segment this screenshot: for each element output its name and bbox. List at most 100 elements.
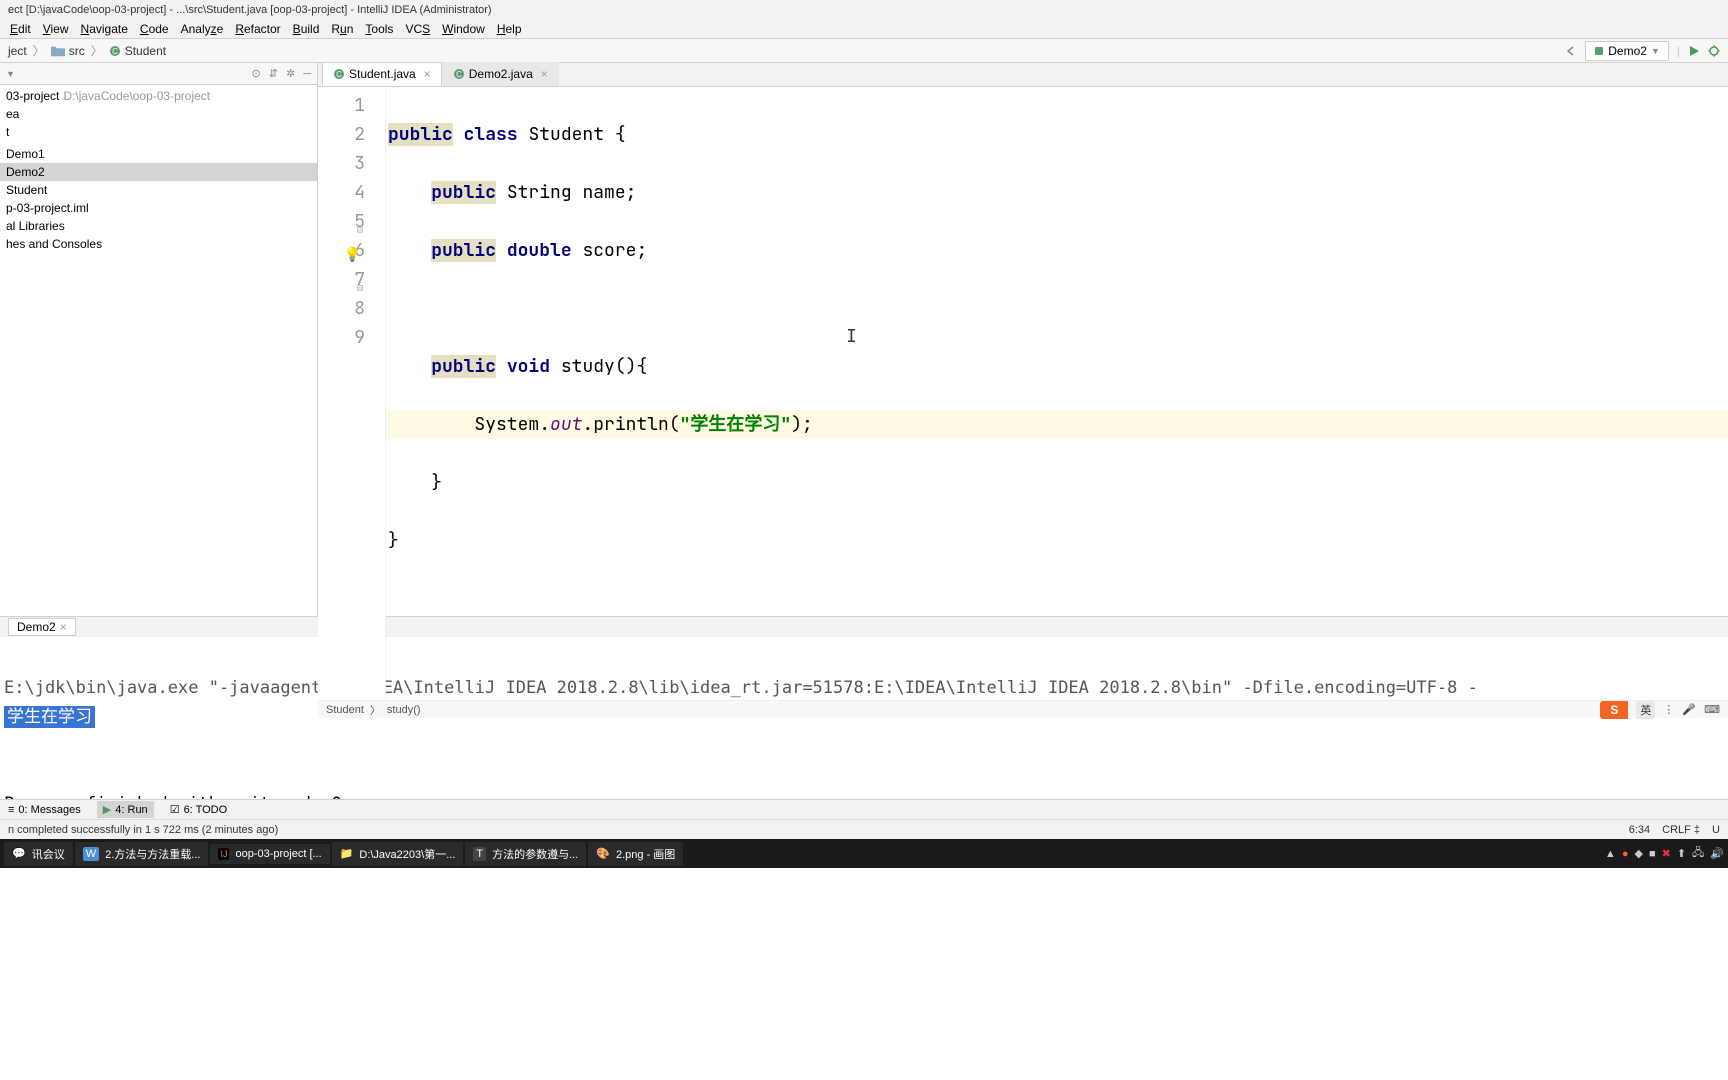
sogou-ime-icon[interactable]: S bbox=[1600, 701, 1628, 719]
locate-icon[interactable]: ⊙ bbox=[252, 67, 261, 80]
fold-icon[interactable]: ⊟ bbox=[357, 273, 363, 302]
system-tray: ▲ ● ◆ ■ ✖ ⬆ 🖧 🔊 bbox=[1605, 844, 1724, 863]
folder-icon: 📁 bbox=[340, 847, 354, 860]
menu-vcs[interactable]: VCS bbox=[399, 20, 436, 38]
todo-icon: ☑ bbox=[170, 803, 180, 816]
chevron-down-icon[interactable]: ▼ bbox=[6, 69, 15, 79]
task-intellij[interactable]: IJoop-03-project [... bbox=[210, 844, 329, 864]
chevron-icon: 〉 bbox=[91, 42, 103, 59]
tool-window-bar: ≡ 0: Messages ▶ 4: Run ☑ 6: TODO bbox=[0, 799, 1728, 819]
sidebar-header: ▼ ⊙ ⇵ ✲ ─ bbox=[0, 63, 317, 85]
divider: | bbox=[1677, 44, 1680, 58]
run-config-select[interactable]: Demo2 ▼ bbox=[1585, 41, 1669, 61]
chevron-down-icon: ▼ bbox=[1651, 46, 1660, 56]
run-icon: ▶ bbox=[103, 803, 111, 816]
menu-code[interactable]: Code bbox=[134, 20, 175, 38]
editor-tabs: C Student.java × C Demo2.java × bbox=[318, 63, 1728, 87]
menu-window[interactable]: Window bbox=[436, 20, 491, 38]
code-editor[interactable]: 1 2 3 4 5⊟ 6💡 7⊟ 8 9 public class Studen… bbox=[318, 87, 1728, 700]
tree-item-student[interactable]: Student bbox=[0, 181, 317, 199]
run-button[interactable] bbox=[1688, 45, 1700, 57]
task-paint[interactable]: 🎨2.png - 画图 bbox=[588, 842, 683, 866]
task-explorer[interactable]: 📁D:\Java2203\第一... bbox=[332, 842, 464, 866]
settings-icon[interactable]: ✲ bbox=[286, 67, 295, 80]
tab-demo2[interactable]: C Demo2.java × bbox=[442, 62, 559, 86]
breadcrumb-method[interactable]: study() bbox=[387, 704, 421, 716]
back-icon[interactable] bbox=[1563, 44, 1577, 58]
class-icon: C bbox=[333, 68, 345, 80]
tree-item-scratches[interactable]: hes and Consoles bbox=[0, 235, 317, 253]
task-tencent-meeting[interactable]: 💬讯会议 bbox=[4, 842, 73, 866]
messages-icon: ≡ bbox=[8, 804, 14, 816]
breadcrumb-class[interactable]: Student bbox=[326, 704, 364, 716]
svg-text:C: C bbox=[112, 47, 118, 56]
tray-icon[interactable]: ■ bbox=[1649, 848, 1656, 860]
menu-build[interactable]: Build bbox=[287, 20, 326, 38]
windows-taskbar: 💬讯会议 W2.方法与方法重载... IJoop-03-project [...… bbox=[0, 839, 1728, 868]
breadcrumb-project[interactable]: ject bbox=[8, 44, 27, 58]
tray-icon[interactable]: ⬆ bbox=[1677, 847, 1686, 860]
tray-icon[interactable]: ● bbox=[1622, 848, 1629, 860]
run-config-label: Demo2 bbox=[1608, 44, 1647, 58]
menu-refactor[interactable]: Refactor bbox=[229, 20, 286, 38]
app-icon: T bbox=[473, 847, 486, 861]
menu-bar: Edit View Navigate Code Analyze Refactor… bbox=[0, 19, 1728, 39]
ime-tool-icon[interactable]: ⋮ bbox=[1663, 703, 1674, 716]
menu-edit[interactable]: Edit bbox=[4, 20, 37, 38]
menu-help[interactable]: Help bbox=[491, 20, 528, 38]
run-config-icon bbox=[1594, 46, 1604, 56]
menu-tools[interactable]: Tools bbox=[359, 20, 399, 38]
tree-item[interactable]: t bbox=[0, 123, 317, 141]
run-tab-demo2[interactable]: Demo2 × bbox=[8, 618, 76, 636]
tray-icon[interactable]: ✖ bbox=[1662, 847, 1671, 860]
app-icon: IJ bbox=[218, 848, 229, 860]
svg-text:C: C bbox=[456, 70, 462, 79]
ime-lang[interactable]: 英 bbox=[1636, 701, 1655, 719]
tree-project-root[interactable]: 03-project D:\javaCode\oop-03-project bbox=[0, 87, 317, 105]
tray-icon[interactable]: ◆ bbox=[1634, 847, 1642, 860]
console-stdout: 学生在学习 bbox=[4, 706, 95, 728]
editor-area: C Student.java × C Demo2.java × 1 2 3 4 … bbox=[318, 63, 1728, 616]
menu-analyze[interactable]: Analyze bbox=[175, 20, 230, 38]
collapse-icon[interactable]: ⇵ bbox=[269, 67, 278, 80]
paint-icon: 🎨 bbox=[596, 847, 610, 860]
tray-chevron-icon[interactable]: ▲ bbox=[1605, 848, 1616, 860]
gutter: 1 2 3 4 5⊟ 6💡 7⊟ 8 9 bbox=[318, 87, 386, 700]
folder-icon bbox=[51, 45, 65, 57]
close-icon[interactable]: × bbox=[60, 620, 67, 634]
line-separator[interactable]: CRLF ‡ bbox=[1662, 824, 1700, 836]
tree-item[interactable]: ea bbox=[0, 105, 317, 123]
tree-item-demo2[interactable]: Demo2 bbox=[0, 163, 317, 181]
breadcrumb-src[interactable]: src bbox=[69, 44, 85, 58]
app-icon: W bbox=[83, 847, 99, 861]
navigation-bar: ject 〉 src 〉 C Student Demo2 ▼ | bbox=[0, 39, 1728, 63]
menu-view[interactable]: View bbox=[37, 20, 75, 38]
task-typora[interactable]: T方法的参数遵与... bbox=[465, 842, 586, 866]
code-content[interactable]: public class Student { public String nam… bbox=[386, 87, 1728, 700]
cursor-position[interactable]: 6:34 bbox=[1629, 824, 1650, 836]
tool-todo[interactable]: ☑ 6: TODO bbox=[170, 803, 227, 816]
ime-keyboard-icon[interactable]: ⌨ bbox=[1704, 703, 1720, 716]
close-icon[interactable]: × bbox=[541, 67, 548, 81]
tree-item-demo1[interactable]: Demo1 bbox=[0, 145, 317, 163]
task-wps[interactable]: W2.方法与方法重载... bbox=[75, 842, 209, 866]
close-icon[interactable]: × bbox=[424, 67, 431, 81]
tab-label: Student.java bbox=[349, 67, 416, 81]
tool-messages[interactable]: ≡ 0: Messages bbox=[8, 804, 81, 816]
chevron-icon: 〉 bbox=[33, 42, 45, 59]
menu-run[interactable]: Run bbox=[325, 20, 359, 38]
tray-network-icon[interactable]: 🖧 bbox=[1692, 844, 1704, 863]
tool-run[interactable]: ▶ 4: Run bbox=[97, 801, 154, 818]
debug-button[interactable] bbox=[1708, 45, 1720, 57]
tree-item-iml[interactable]: p-03-project.iml bbox=[0, 199, 317, 217]
hide-icon[interactable]: ─ bbox=[303, 68, 311, 80]
tree-item-libraries[interactable]: al Libraries bbox=[0, 217, 317, 235]
class-icon: C bbox=[109, 45, 121, 57]
tray-volume-icon[interactable]: 🔊 bbox=[1710, 847, 1724, 860]
tab-student[interactable]: C Student.java × bbox=[322, 62, 442, 86]
breadcrumb-file[interactable]: Student bbox=[125, 44, 166, 58]
ime-mic-icon[interactable]: 🎤 bbox=[1682, 703, 1696, 716]
menu-navigate[interactable]: Navigate bbox=[75, 20, 134, 38]
status-message: n completed successfully in 1 s 722 ms (… bbox=[8, 824, 278, 836]
encoding[interactable]: U bbox=[1712, 824, 1720, 836]
